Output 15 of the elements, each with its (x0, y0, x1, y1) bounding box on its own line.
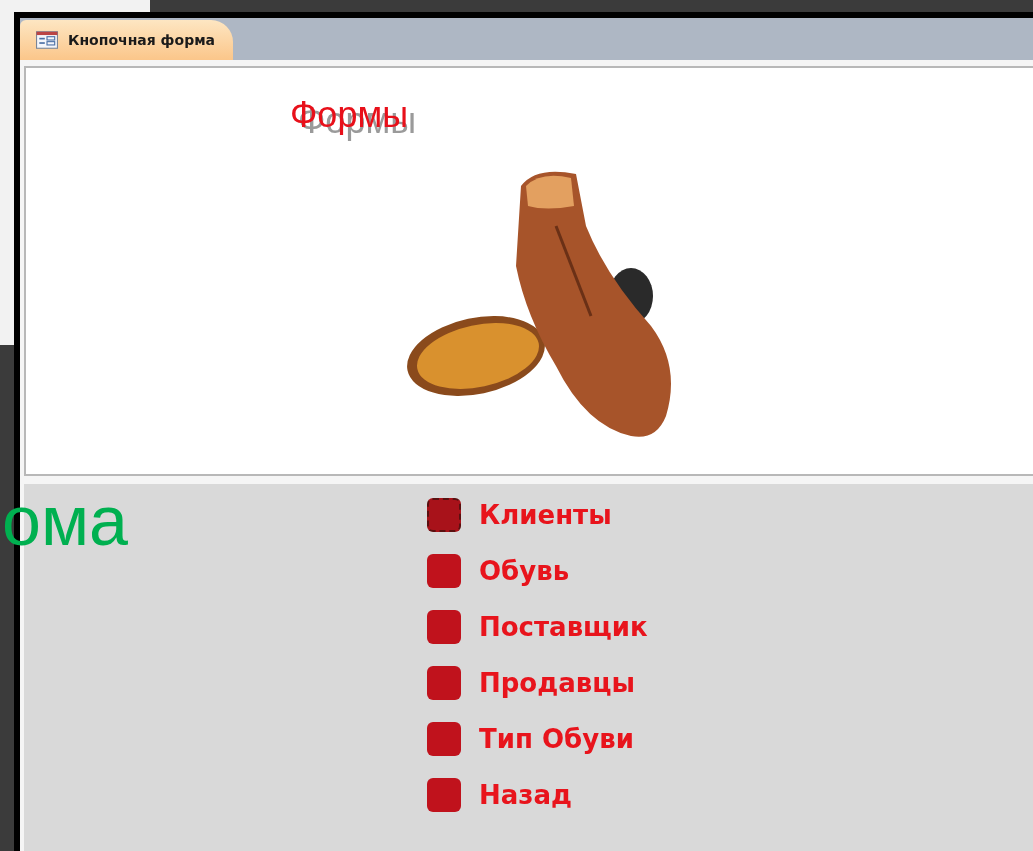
form-title: Формы (290, 94, 409, 136)
command-button[interactable] (427, 554, 461, 588)
button-label[interactable]: Обувь (479, 556, 570, 586)
form-icon (36, 31, 58, 49)
button-label[interactable]: Продавцы (479, 668, 635, 698)
button-label[interactable]: Поставщик (479, 612, 648, 642)
command-button[interactable] (427, 722, 461, 756)
command-button[interactable] (427, 778, 461, 812)
command-button[interactable] (427, 498, 461, 532)
button-label[interactable]: Клиенты (479, 500, 612, 530)
button-label[interactable]: Тип Обуви (479, 724, 634, 754)
command-button[interactable] (427, 610, 461, 644)
command-button[interactable] (427, 666, 461, 700)
button-label[interactable]: Назад (479, 780, 572, 810)
form-tab[interactable]: Кнопочная форма (20, 20, 234, 60)
